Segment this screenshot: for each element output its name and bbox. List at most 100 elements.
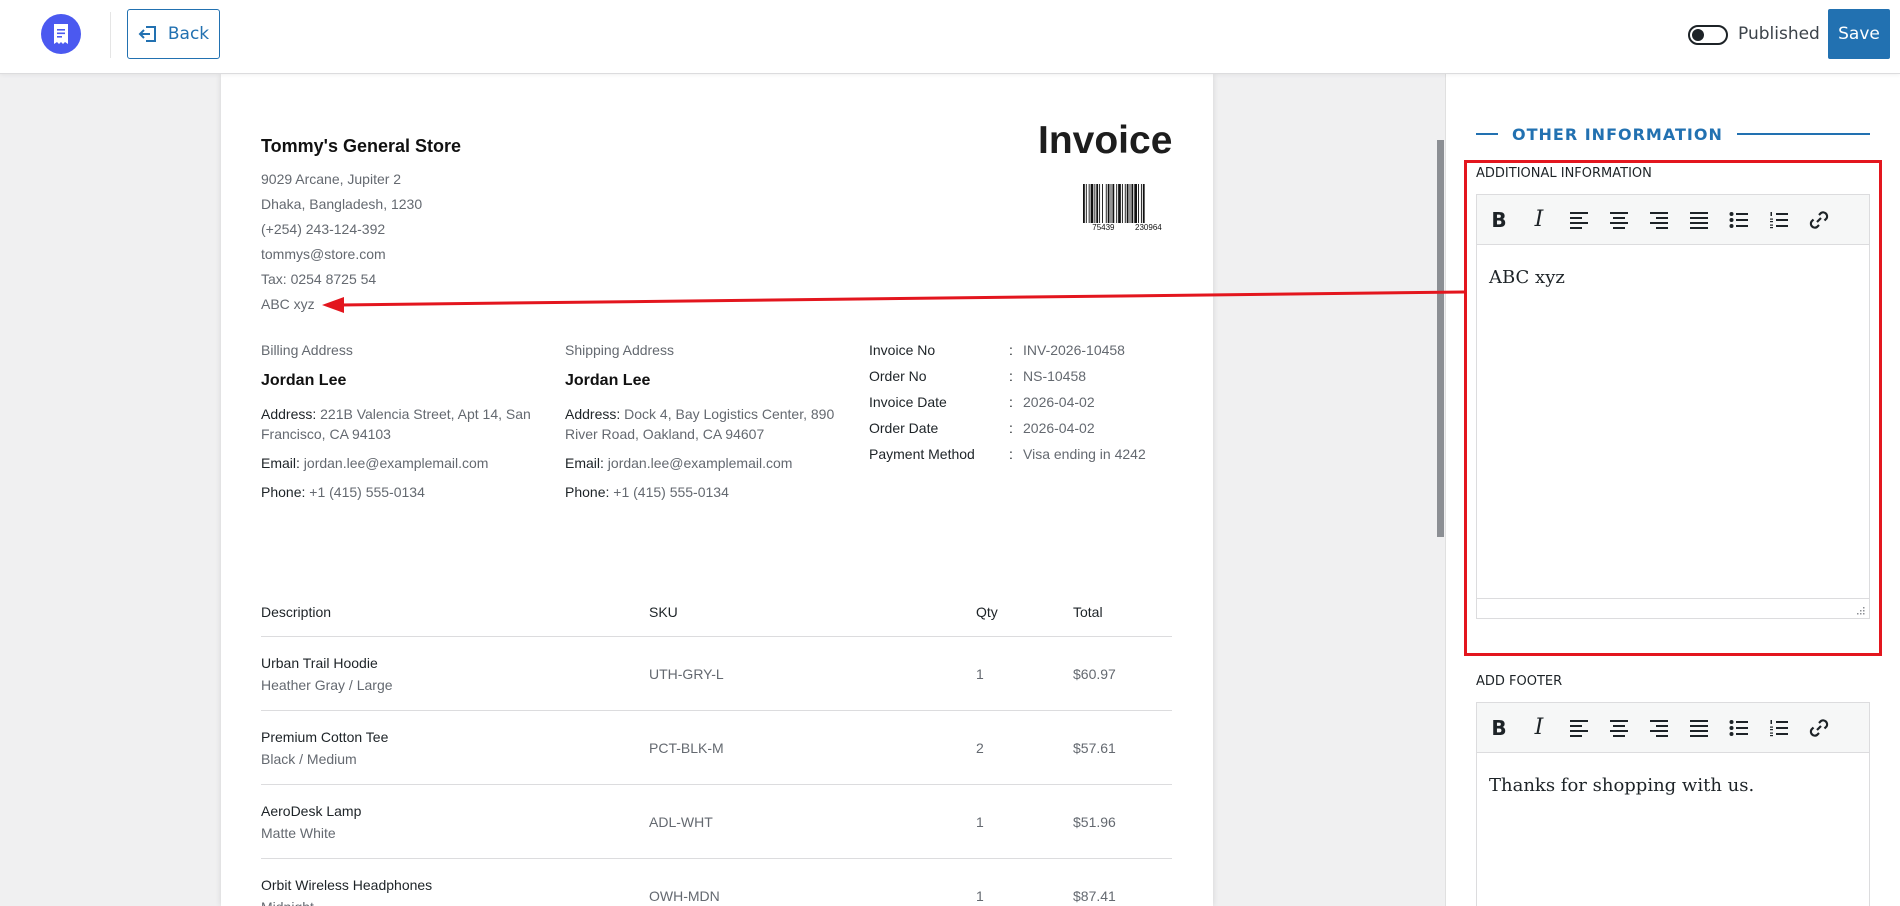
column-sku: SKU bbox=[649, 604, 678, 620]
settings-panel: OTHER INFORMATION ADDITIONAL INFORMATION… bbox=[1445, 74, 1900, 906]
save-button[interactable]: Save bbox=[1828, 9, 1890, 59]
editor-toolbar: B I bbox=[1477, 703, 1869, 753]
item-sku: UTH-GRY-L bbox=[649, 665, 724, 682]
bold-button[interactable]: B bbox=[1487, 716, 1511, 740]
shipping-phone-key: Phone: bbox=[565, 484, 610, 500]
align-center-icon bbox=[1610, 719, 1628, 737]
bullet-list-button[interactable] bbox=[1727, 208, 1751, 232]
meta-separator: : bbox=[1009, 368, 1013, 384]
column-total: Total bbox=[1073, 604, 1103, 620]
justify-icon bbox=[1690, 211, 1708, 229]
app-logo-icon[interactable] bbox=[41, 14, 81, 54]
billing-phone-value: +1 (415) 555-0134 bbox=[309, 484, 425, 500]
item-variant: Matte White bbox=[261, 824, 336, 841]
italic-button[interactable]: I bbox=[1527, 207, 1551, 232]
resize-handle-icon[interactable] bbox=[1855, 605, 1865, 615]
add-footer-label: ADD FOOTER bbox=[1476, 674, 1563, 689]
invoice-title: Invoice bbox=[1038, 119, 1173, 162]
link-icon bbox=[1809, 718, 1829, 737]
shipping-email-key: Email: bbox=[565, 455, 604, 471]
table-row: Urban Trail Hoodie Heather Gray / Large U… bbox=[261, 637, 1172, 711]
meta-value: Visa ending in 4242 bbox=[1023, 446, 1146, 462]
store-extra-info: ABC xyz bbox=[261, 296, 315, 312]
italic-button[interactable]: I bbox=[1527, 715, 1551, 740]
align-center-button[interactable] bbox=[1607, 716, 1631, 740]
link-button[interactable] bbox=[1807, 716, 1831, 740]
bullet-list-icon bbox=[1729, 211, 1748, 228]
canvas-scrollbar-thumb[interactable] bbox=[1437, 140, 1444, 537]
meta-value: 2026-04-02 bbox=[1023, 420, 1095, 436]
store-tax: Tax: 0254 8725 54 bbox=[261, 271, 377, 287]
back-button-label: Back bbox=[167, 24, 210, 44]
shipping-email-value: jordan.lee@examplemail.com bbox=[607, 455, 793, 471]
align-center-icon bbox=[1610, 211, 1628, 229]
item-variant: Black / Medium bbox=[261, 750, 357, 767]
back-arrow-icon bbox=[138, 26, 156, 42]
meta-row: Invoice No: INV-2026-10458 bbox=[869, 342, 1146, 368]
barcode: 75439 230964 bbox=[1082, 184, 1172, 232]
back-button[interactable]: Back bbox=[127, 9, 220, 59]
column-qty: Qty bbox=[976, 604, 998, 620]
meta-separator: : bbox=[1009, 420, 1013, 436]
items-table-header: Description SKU Qty Total bbox=[261, 604, 1172, 637]
align-left-button[interactable] bbox=[1567, 716, 1591, 740]
section-rule bbox=[1476, 133, 1498, 135]
billing-phone-key: Phone: bbox=[261, 484, 306, 500]
footer-editor: B I Thanks for shopping with us. bbox=[1476, 702, 1870, 906]
item-variant: Heather Gray / Large bbox=[261, 676, 393, 693]
bullet-list-icon bbox=[1729, 719, 1748, 736]
top-bar: Back Published Save bbox=[0, 0, 1900, 74]
align-right-button[interactable] bbox=[1647, 208, 1671, 232]
billing-address-key: Address: bbox=[261, 406, 317, 422]
store-email: tommys@store.com bbox=[261, 246, 386, 262]
section-rule bbox=[1736, 133, 1870, 135]
item-qty: 1 bbox=[976, 813, 984, 830]
section-header: OTHER INFORMATION bbox=[1476, 124, 1870, 144]
item-name: Premium Cotton Tee bbox=[261, 728, 389, 745]
meta-value: 2026-04-02 bbox=[1023, 394, 1095, 410]
numbered-list-button[interactable] bbox=[1767, 208, 1791, 232]
item-total: $87.41 bbox=[1073, 887, 1116, 904]
numbered-list-icon bbox=[1770, 719, 1788, 736]
justify-button[interactable] bbox=[1687, 716, 1711, 740]
item-name: AeroDesk Lamp bbox=[261, 802, 362, 819]
meta-key: Payment Method bbox=[869, 446, 975, 462]
link-button[interactable] bbox=[1807, 208, 1831, 232]
toggle-knob bbox=[1692, 29, 1704, 41]
table-row: Premium Cotton Tee Black / Medium PCT-BLK… bbox=[261, 711, 1172, 785]
published-label: Published bbox=[1738, 24, 1820, 44]
shipping-label: Shipping Address bbox=[565, 342, 674, 358]
link-icon bbox=[1809, 210, 1829, 229]
invoice-preview: Tommy's General Store 9029 Arcane, Jupit… bbox=[221, 74, 1213, 906]
store-address-line2: Dhaka, Bangladesh, 1230 bbox=[261, 196, 423, 212]
justify-icon bbox=[1690, 719, 1708, 737]
item-name: Orbit Wireless Headphones bbox=[261, 876, 433, 893]
published-toggle[interactable] bbox=[1688, 25, 1728, 45]
additional-info-label: ADDITIONAL INFORMATION bbox=[1476, 166, 1652, 181]
footer-textarea[interactable]: Thanks for shopping with us. bbox=[1477, 753, 1869, 818]
shipping-name: Jordan Lee bbox=[565, 372, 651, 389]
align-center-button[interactable] bbox=[1607, 208, 1631, 232]
item-qty: 1 bbox=[976, 887, 984, 904]
numbered-list-icon bbox=[1770, 211, 1788, 228]
shipping-address-key: Address: bbox=[565, 406, 621, 422]
meta-row: Order No: NS-10458 bbox=[869, 368, 1146, 394]
bullet-list-button[interactable] bbox=[1727, 716, 1751, 740]
bold-button[interactable]: B bbox=[1487, 208, 1511, 232]
item-total: $51.96 bbox=[1073, 813, 1116, 830]
align-left-button[interactable] bbox=[1567, 208, 1591, 232]
numbered-list-button[interactable] bbox=[1767, 716, 1791, 740]
meta-key: Invoice No bbox=[869, 342, 936, 358]
store-details: 9029 Arcane, Jupiter 2 Dhaka, Bangladesh… bbox=[261, 167, 422, 317]
shipping-phone-value: +1 (415) 555-0134 bbox=[613, 484, 729, 500]
align-left-icon bbox=[1570, 719, 1588, 737]
header-divider bbox=[110, 12, 111, 58]
item-sku: OWH-MDN bbox=[649, 887, 720, 904]
align-right-button[interactable] bbox=[1647, 716, 1671, 740]
barcode-number-left: 75439 bbox=[1092, 223, 1115, 232]
item-sku: ADL-WHT bbox=[649, 813, 713, 830]
additional-info-textarea[interactable]: ABC xyz bbox=[1477, 245, 1869, 310]
justify-button[interactable] bbox=[1687, 208, 1711, 232]
item-qty: 2 bbox=[976, 739, 984, 756]
item-qty: 1 bbox=[976, 665, 984, 682]
